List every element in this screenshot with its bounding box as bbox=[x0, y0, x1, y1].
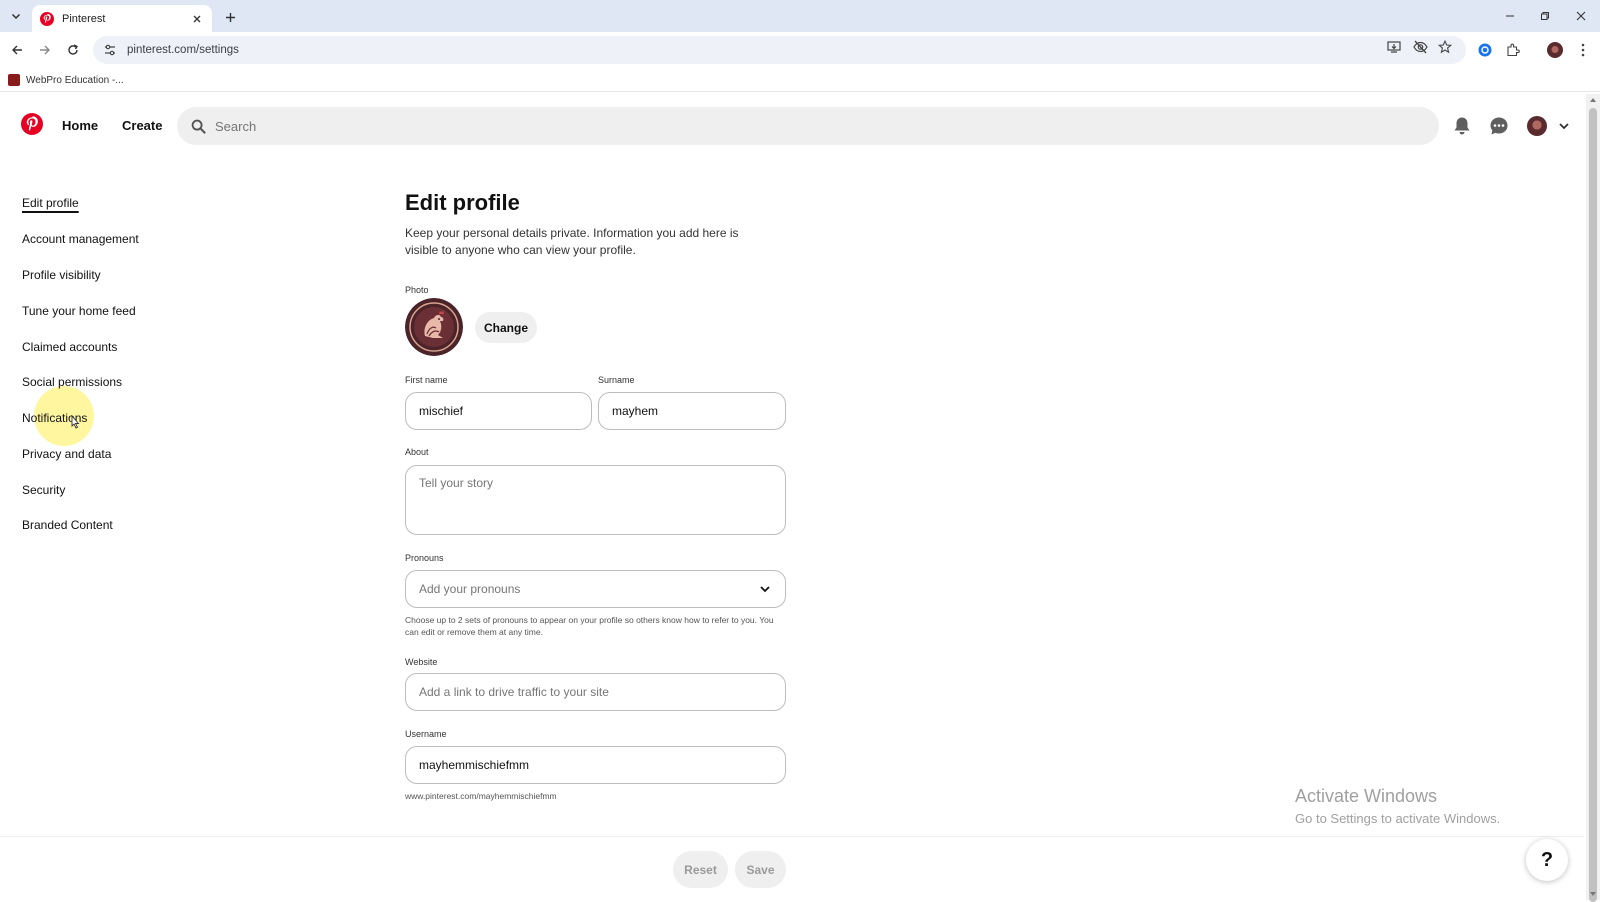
notifications-bell-icon[interactable] bbox=[1450, 114, 1474, 138]
sidebar-item-tune-home-feed[interactable]: Tune your home feed bbox=[22, 304, 136, 318]
scrollbar-thumb[interactable] bbox=[1589, 108, 1597, 902]
extensions-puzzle-icon[interactable] bbox=[1503, 40, 1523, 60]
sidebar-item-account-management[interactable]: Account management bbox=[22, 232, 139, 246]
sidebar-item-social-permissions[interactable]: Social permissions bbox=[22, 375, 122, 389]
tab-search-button[interactable] bbox=[6, 6, 26, 26]
restore-button[interactable] bbox=[1535, 6, 1555, 26]
about-label: About bbox=[405, 447, 429, 457]
chevron-down-icon bbox=[760, 586, 770, 593]
restore-icon bbox=[1541, 12, 1549, 20]
nav-home[interactable]: Home bbox=[62, 118, 98, 133]
pronouns-placeholder: Add your pronouns bbox=[419, 582, 521, 596]
account-avatar[interactable] bbox=[1527, 116, 1547, 136]
search-icon bbox=[191, 119, 206, 134]
search-input[interactable] bbox=[215, 118, 1395, 134]
browser-toolbar: pinterest.com/settings bbox=[0, 32, 1600, 68]
arrow-right-icon bbox=[40, 45, 50, 55]
sidebar-item-edit-profile[interactable]: Edit profile bbox=[22, 196, 79, 210]
bookmark-webpro[interactable]: WebPro Education -... bbox=[8, 72, 124, 88]
first-name-label: First name bbox=[405, 375, 448, 385]
close-tab-icon[interactable] bbox=[190, 12, 204, 26]
sidebar-item-privacy-and-data[interactable]: Privacy and data bbox=[22, 447, 111, 461]
page-description: Keep your personal details private. Info… bbox=[405, 226, 739, 257]
bookmark-label: WebPro Education -... bbox=[26, 74, 124, 86]
minimize-icon bbox=[1506, 15, 1514, 17]
username-input[interactable] bbox=[405, 746, 786, 784]
pronouns-help-text: Choose up to 2 sets of pronouns to appea… bbox=[405, 615, 774, 637]
profile-url-text: www.pinterest.com/mayhemmischiefmm bbox=[405, 791, 557, 801]
plus-icon bbox=[225, 12, 235, 22]
website-label: Website bbox=[405, 657, 438, 667]
rooster-avatar-icon bbox=[405, 298, 463, 356]
reload-button[interactable] bbox=[63, 40, 83, 60]
nav-create[interactable]: Create bbox=[122, 118, 162, 133]
arrow-left-icon bbox=[12, 45, 22, 55]
pronouns-label: Pronouns bbox=[405, 553, 444, 563]
extension-blue-icon[interactable] bbox=[1475, 40, 1495, 60]
change-photo-button[interactable]: Change bbox=[475, 312, 537, 343]
pinterest-favicon-icon bbox=[40, 11, 54, 26]
sidebar-item-profile-visibility[interactable]: Profile visibility bbox=[22, 268, 101, 282]
save-button[interactable]: Save bbox=[735, 851, 786, 888]
pronouns-select[interactable]: Add your pronouns bbox=[405, 570, 786, 608]
url-text: pinterest.com/settings bbox=[127, 44, 239, 56]
bookmarks-bar: WebPro Education -... bbox=[0, 68, 1600, 92]
username-label: Username bbox=[405, 729, 447, 739]
page-scrollbar[interactable] bbox=[1586, 94, 1600, 902]
forward-button[interactable] bbox=[35, 40, 55, 60]
activate-windows-watermark: Activate Windows Go to Settings to activ… bbox=[1295, 786, 1500, 826]
close-window-button[interactable] bbox=[1571, 6, 1591, 26]
sidebar-item-claimed-accounts[interactable]: Claimed accounts bbox=[22, 340, 117, 354]
omnibox[interactable]: pinterest.com/settings bbox=[93, 36, 1466, 64]
install-app-icon[interactable] bbox=[1386, 39, 1402, 55]
about-textarea[interactable] bbox=[405, 465, 786, 535]
form-action-bar: Reset Save bbox=[0, 836, 1584, 900]
bookmark-star-icon[interactable] bbox=[1437, 39, 1453, 55]
more-menu-icon[interactable] bbox=[1573, 40, 1593, 60]
browser-tab[interactable]: Pinterest bbox=[32, 5, 212, 32]
reset-button[interactable]: Reset bbox=[673, 851, 728, 888]
website-input[interactable] bbox=[405, 673, 786, 711]
page-title: Edit profile bbox=[405, 190, 520, 215]
back-button[interactable] bbox=[7, 40, 27, 60]
search-bar[interactable] bbox=[177, 107, 1439, 145]
watermark-subtitle: Go to Settings to activate Windows. bbox=[1295, 811, 1501, 826]
close-icon bbox=[1576, 11, 1586, 21]
chevron-down-icon bbox=[11, 13, 21, 20]
mouse-pointer-icon bbox=[71, 415, 80, 429]
surname-label: Surname bbox=[598, 375, 635, 385]
help-button[interactable]: ? bbox=[1526, 839, 1568, 881]
reload-icon bbox=[68, 44, 78, 55]
tab-title: Pinterest bbox=[62, 12, 106, 25]
surname-input[interactable] bbox=[598, 392, 786, 430]
minimize-button[interactable] bbox=[1500, 6, 1520, 26]
chevron-down-icon[interactable] bbox=[1557, 119, 1571, 133]
eye-off-icon[interactable] bbox=[1412, 39, 1428, 55]
pinterest-header: Home Create bbox=[0, 94, 1584, 160]
new-tab-button[interactable] bbox=[220, 7, 240, 27]
sidebar-item-security[interactable]: Security bbox=[22, 483, 65, 497]
browser-tab-strip: Pinterest bbox=[0, 0, 1600, 32]
site-settings-icon[interactable] bbox=[103, 43, 117, 57]
scroll-down-arrow-icon[interactable] bbox=[1589, 890, 1597, 898]
pinterest-logo-icon[interactable] bbox=[21, 113, 43, 135]
profile-photo[interactable] bbox=[405, 298, 463, 356]
watermark-title: Activate Windows bbox=[1295, 786, 1438, 806]
messages-icon[interactable] bbox=[1487, 114, 1511, 138]
profile-avatar-icon[interactable] bbox=[1545, 40, 1565, 60]
photo-label: Photo bbox=[405, 285, 429, 295]
first-name-input[interactable] bbox=[405, 392, 592, 430]
scroll-up-arrow-icon[interactable] bbox=[1589, 96, 1597, 104]
webpro-favicon-icon bbox=[8, 74, 20, 86]
sidebar-item-branded-content[interactable]: Branded Content bbox=[22, 518, 113, 532]
